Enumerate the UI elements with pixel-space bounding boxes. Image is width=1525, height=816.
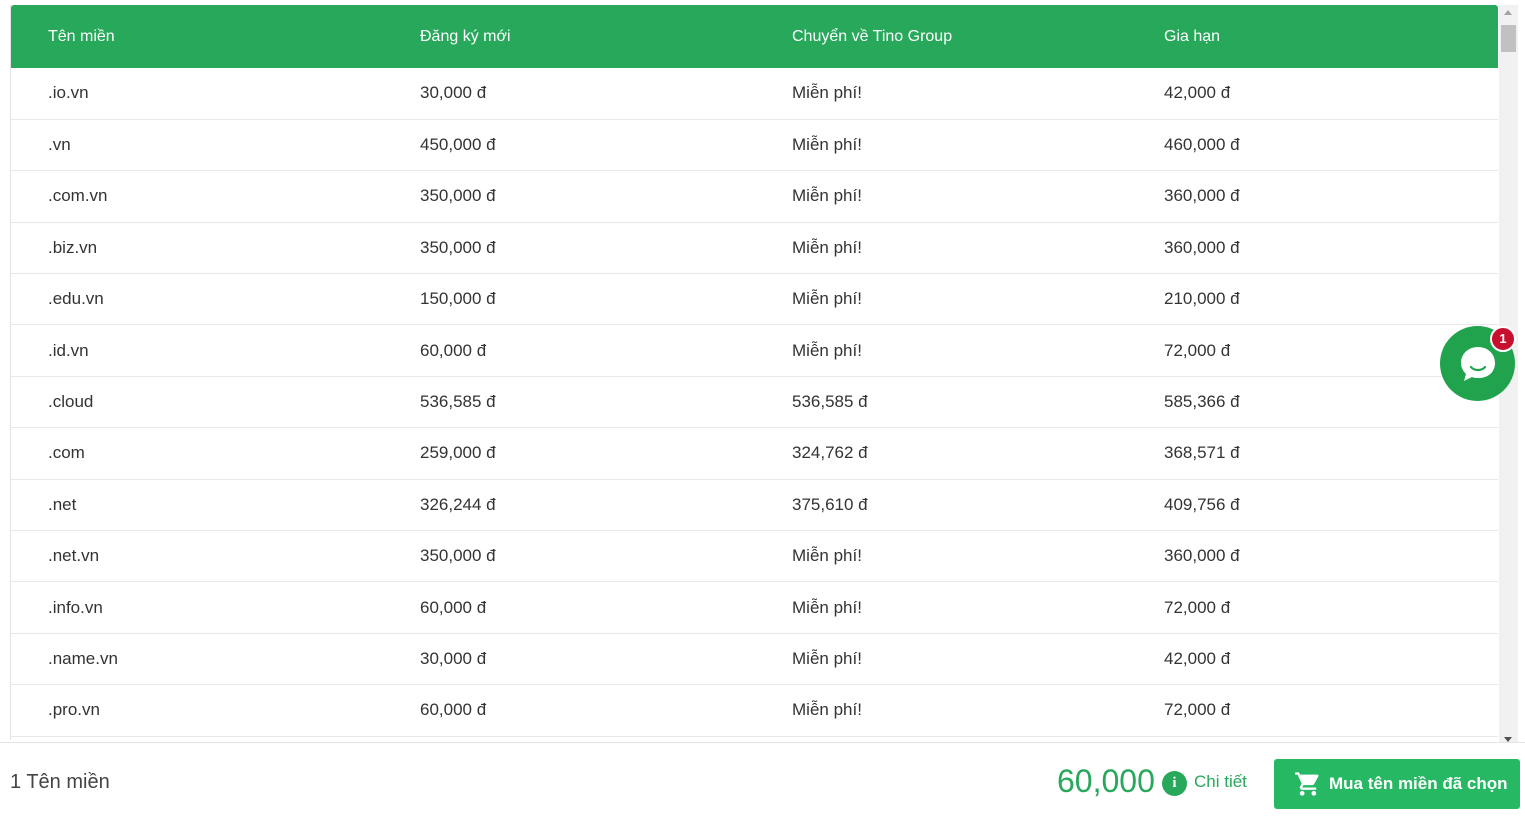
transfer-price-cell: Miễn phí! <box>792 597 862 617</box>
buy-selected-domains-button[interactable]: Mua tên miền đã chọn <box>1274 759 1520 809</box>
table-header-row: Tên miền Đăng ký mới Chuyển về Tino Grou… <box>11 5 1498 68</box>
scroll-up-arrow-icon[interactable] <box>1504 10 1512 15</box>
table-row[interactable]: .net.vn 350,000 đ Miễn phí! 360,000 đ <box>11 531 1498 582</box>
domain-cell: .com <box>48 443 85 463</box>
domain-cell: .biz.vn <box>48 237 98 257</box>
renew-price-cell: 72,000 đ <box>1164 700 1231 720</box>
transfer-price-cell: Miễn phí! <box>792 83 862 103</box>
transfer-price-cell: Miễn phí! <box>792 186 862 206</box>
header-transfer: Chuyển về Tino Group <box>792 27 953 45</box>
renew-price-cell: 360,000 đ <box>1164 546 1240 566</box>
domain-cell: .edu.vn <box>48 289 104 309</box>
table-row[interactable]: .com.vn 350,000 đ Miễn phí! 360,000 đ <box>11 171 1498 223</box>
register-price-cell: 150,000 đ <box>420 289 496 309</box>
register-price-cell: 60,000 đ <box>420 700 487 720</box>
register-price-cell: 326,244 đ <box>420 494 496 514</box>
table-row[interactable]: .id.vn 60,000 đ Miễn phí! 72,000 đ <box>11 325 1498 377</box>
transfer-price-cell: Miễn phí! <box>792 648 862 668</box>
domain-price-table: Tên miền Đăng ký mới Chuyển về Tino Grou… <box>10 5 1498 740</box>
domain-cell: .pro.vn <box>48 700 100 720</box>
register-price-cell: 60,000 đ <box>420 340 487 360</box>
chat-notification-badge: 1 <box>1490 326 1516 352</box>
renew-price-cell: 360,000 đ <box>1164 237 1240 257</box>
domain-cell: .com.vn <box>48 186 108 206</box>
table-row[interactable]: .info.vn 60,000 đ Miễn phí! 72,000 đ <box>11 582 1498 634</box>
transfer-price-cell: Miễn phí! <box>792 700 862 720</box>
table-row[interactable]: .io.vn 30,000 đ Miễn phí! 42,000 đ <box>11 68 1498 120</box>
info-icon[interactable]: i <box>1162 771 1187 796</box>
renew-price-cell: 360,000 đ <box>1164 186 1240 206</box>
domain-cell: .net <box>48 494 77 514</box>
domain-cell: .name.vn <box>48 648 118 668</box>
table-row[interactable]: .biz.vn 350,000 đ Miễn phí! 360,000 đ <box>11 222 1498 274</box>
transfer-price-cell: 375,610 đ <box>792 494 868 514</box>
detail-link[interactable]: Chi tiết <box>1194 772 1247 792</box>
table-row[interactable]: .com 259,000 đ 324,762 đ 368,571 đ <box>11 428 1498 480</box>
register-price-cell: 60,000 đ <box>420 597 487 617</box>
transfer-price-cell: Miễn phí! <box>792 135 862 155</box>
register-price-cell: 350,000 đ <box>420 186 496 206</box>
domain-cell: .id.vn <box>48 340 89 360</box>
register-price-cell: 259,000 đ <box>420 443 496 463</box>
header-domain: Tên miền <box>48 27 115 45</box>
selected-domain-count: 1 Tên miền <box>10 771 110 793</box>
transfer-price-cell: 324,762 đ <box>792 443 868 463</box>
transfer-price-cell: Miễn phí! <box>792 340 862 360</box>
table-row[interactable]: .edu.vn 150,000 đ Miễn phí! 210,000 đ <box>11 274 1498 325</box>
domain-cell: .cloud <box>48 392 94 412</box>
transfer-price-cell: Miễn phí! <box>792 546 862 566</box>
renew-price-cell: 409,756 đ <box>1164 494 1240 514</box>
renew-price-cell: 460,000 đ <box>1164 135 1240 155</box>
table-row[interactable]: .pro.vn 60,000 đ Miễn phí! 72,000 đ <box>11 685 1498 737</box>
cart-footer: 1 Tên miền 60,000 i Chi tiết Mua tên miề… <box>0 742 1525 816</box>
domain-cell: .io.vn <box>48 83 89 103</box>
header-renew: Gia hạn <box>1164 27 1221 45</box>
renew-price-cell: 42,000 đ <box>1164 83 1231 103</box>
transfer-price-cell: Miễn phí! <box>792 289 862 309</box>
renew-price-cell: 585,366 đ <box>1164 392 1240 412</box>
renew-price-cell: 42,000 đ <box>1164 648 1231 668</box>
renew-price-cell: 210,000 đ <box>1164 289 1240 309</box>
scroll-thumb[interactable] <box>1501 25 1516 52</box>
register-price-cell: 350,000 đ <box>420 237 496 257</box>
chat-bubble-icon <box>1460 346 1495 381</box>
domain-cell: .net.vn <box>48 546 100 566</box>
register-price-cell: 450,000 đ <box>420 135 496 155</box>
transfer-price-cell: Miễn phí! <box>792 237 862 257</box>
buy-button-label: Mua tên miền đã chọn <box>1329 774 1508 793</box>
table-row[interactable] <box>11 736 1498 740</box>
cart-icon <box>1295 772 1319 796</box>
register-price-cell: 350,000 đ <box>420 546 496 566</box>
table-row[interactable]: .vn 450,000 đ Miễn phí! 460,000 đ <box>11 119 1498 171</box>
renew-price-cell: 368,571 đ <box>1164 443 1240 463</box>
register-price-cell: 30,000 đ <box>420 648 487 668</box>
register-price-cell: 30,000 đ <box>420 83 487 103</box>
register-price-cell: 536,585 đ <box>420 392 496 412</box>
transfer-price-cell: 536,585 đ <box>792 392 868 412</box>
table-row[interactable]: .net 326,244 đ 375,610 đ 409,756 đ <box>11 479 1498 531</box>
cart-total: 60,000 <box>1057 763 1155 799</box>
domain-cell: .vn <box>48 135 71 155</box>
table-row[interactable]: .name.vn 30,000 đ Miễn phí! 42,000 đ <box>11 633 1498 685</box>
table-row[interactable]: .cloud 536,585 đ 536,585 đ 585,366 đ <box>11 376 1498 428</box>
domain-cell: .info.vn <box>48 597 103 617</box>
renew-price-cell: 72,000 đ <box>1164 597 1231 617</box>
header-register: Đăng ký mới <box>420 27 511 45</box>
